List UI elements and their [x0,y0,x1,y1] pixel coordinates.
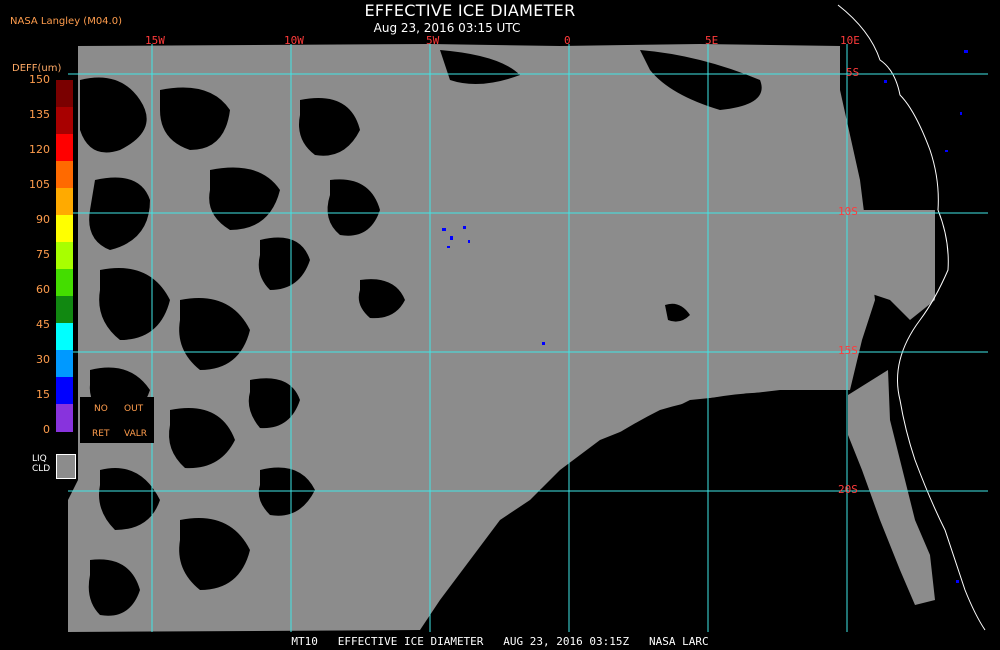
ret-label: RET [92,429,110,439]
color-scale-bar [56,80,73,432]
legend-color-segment [56,134,73,162]
valr-label: VALR [124,429,148,439]
cld-label: CLD [32,464,51,474]
legend-color-segment [56,323,73,351]
legend-color-segment [56,107,73,135]
legend-tick-label: 75 [36,248,50,261]
legend-tick-label: 150 [29,73,50,86]
legend-color-segment [56,215,73,243]
legend-tick-label: 45 [36,318,50,331]
footer-caption: MT10 EFFECTIVE ICE DIAMETER AUG 23, 2016… [291,635,709,648]
lon-label-15w: 15W [145,34,165,47]
out-label: OUT [124,404,144,414]
no-label: NO [94,404,108,414]
legend-color-segment [56,242,73,270]
legend-tick-label: 135 [29,108,50,121]
legend-color-segment [56,404,73,432]
lat-label-20s: 20S [838,483,858,496]
legend-tick-label: 60 [36,283,50,296]
legend-tick-label: 90 [36,213,50,226]
lon-label-5w: 5W [426,34,440,47]
lon-label-10w: 10W [284,34,304,47]
lat-label-10s: 10S [838,205,858,218]
legend-color-segment [56,161,73,189]
legend-tick-label: 15 [36,388,50,401]
lon-label-5e: 5E [705,34,719,47]
liquid-cloud-swatch [56,454,76,479]
legend-tick-label: 0 [43,423,50,436]
legend-color-segment [56,188,73,216]
lat-label-5s: 5S [846,66,860,79]
legend-color-segment [56,296,73,324]
legend-color-segment [56,269,73,297]
legend-tick-label: 105 [29,178,50,191]
legend-tick-label: 30 [36,353,50,366]
satellite-map [68,4,988,632]
lon-label-10e: 10E [840,34,860,47]
legend-color-segment [56,377,73,405]
legend-color-segment [56,80,73,108]
lon-label-0: 0 [564,34,571,47]
legend-color-segment [56,350,73,378]
liq-label: LIQ [32,454,47,464]
legend-tick-label: 120 [29,143,50,156]
lat-label-15s: 15S [838,344,858,357]
